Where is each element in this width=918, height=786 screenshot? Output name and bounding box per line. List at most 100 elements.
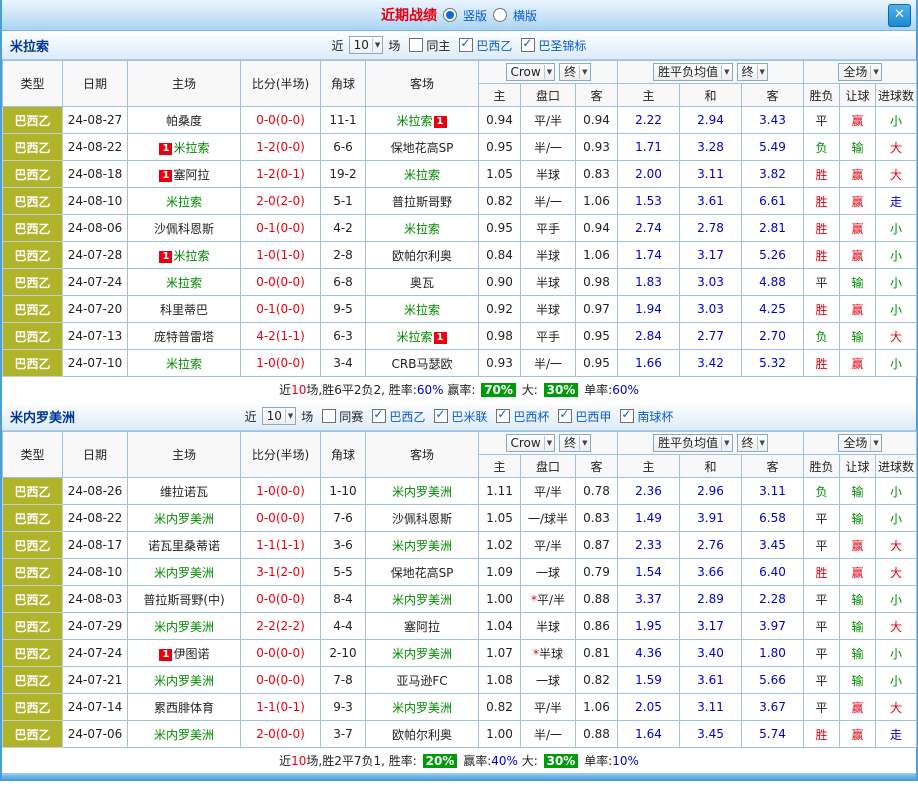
- team-text: 米内罗美洲: [154, 620, 214, 634]
- league-cell: 巴西乙: [3, 215, 63, 242]
- sub-header: 胜负: [804, 455, 840, 478]
- handicap-line-cell: 平/半: [521, 694, 576, 721]
- filter-label[interactable]: 巴米联: [451, 408, 487, 425]
- team-text: 米内罗美洲: [154, 512, 214, 526]
- filter-label[interactable]: 同主: [426, 37, 450, 54]
- scope-header: 全场▼: [804, 61, 917, 84]
- match-row: 巴西乙24-07-21米内罗美洲0-0(0-0)7-8亚马逊FC1.08一球0.…: [3, 667, 917, 694]
- scope-select[interactable]: 全场▼: [838, 63, 881, 81]
- dropdown-arrow-icon: ▼: [579, 436, 587, 450]
- dropdown-arrow-icon: ▼: [372, 38, 380, 52]
- odds-final-select[interactable]: 终▼: [559, 434, 590, 452]
- corner-cell: 2-8: [321, 242, 366, 269]
- team-text: 沙佩科恩斯: [392, 512, 452, 526]
- layout-vertical-label[interactable]: 竖版: [463, 7, 487, 24]
- avg-select[interactable]: 胜平负均值▼: [653, 434, 732, 452]
- avg-final-select[interactable]: 终▼: [737, 63, 768, 81]
- dropdown-arrow-icon: ▼: [757, 436, 765, 450]
- handicap-result-cell: 输: [840, 134, 876, 161]
- score-cell: 0-0(0-0): [241, 107, 321, 134]
- handicap-line-cell: 一球: [521, 667, 576, 694]
- filter-checkbox[interactable]: [620, 409, 634, 423]
- team-text: 庞特普雷塔: [154, 330, 214, 344]
- odds-away-cell: 0.78: [576, 478, 618, 505]
- avg-away-cell: 6.40: [742, 559, 804, 586]
- odds-source-select[interactable]: Crow▼: [506, 63, 556, 81]
- near-count-select[interactable]: 10▼: [349, 36, 384, 54]
- league-cell: 巴西乙: [3, 721, 63, 748]
- dropdown-arrow-icon: ▼: [757, 65, 765, 79]
- home-team-cell: 庞特普雷塔: [128, 323, 241, 350]
- team-text: 欧帕尔利奥: [392, 728, 452, 742]
- handicap-result-cell: 输: [840, 323, 876, 350]
- layout-vertical-radio[interactable]: [443, 8, 457, 22]
- away-team-cell: 米内罗美洲: [366, 532, 479, 559]
- match-row: 巴西乙24-07-281米拉索1-0(1-0)2-8欧帕尔利奥0.84半球1.0…: [3, 242, 917, 269]
- filter-label[interactable]: 南球杯: [637, 408, 673, 425]
- team-text: 塞阿拉: [404, 620, 440, 634]
- odds-away-cell: 0.88: [576, 721, 618, 748]
- avg-home-cell: 1.74: [618, 242, 680, 269]
- filter-label[interactable]: 同赛: [339, 408, 363, 425]
- score-cell: 3-1(2-0): [241, 559, 321, 586]
- filter-checkbox[interactable]: [496, 409, 510, 423]
- score-cell: 0-0(0-0): [241, 269, 321, 296]
- filter-label[interactable]: 巴西乙: [389, 408, 425, 425]
- avg-select[interactable]: 胜平负均值▼: [653, 63, 732, 81]
- layout-horizontal-label[interactable]: 横版: [513, 7, 537, 24]
- avg-final-select[interactable]: 终▼: [737, 434, 768, 452]
- odds-source-select[interactable]: Crow▼: [506, 434, 556, 452]
- result-cell: 平: [804, 269, 840, 296]
- filter-label[interactable]: 巴西乙: [476, 37, 512, 54]
- filter-label[interactable]: 巴西杯: [513, 408, 549, 425]
- near-count-select[interactable]: 10▼: [262, 407, 297, 425]
- odds-final-select[interactable]: 终▼: [559, 63, 590, 81]
- scope-select[interactable]: 全场▼: [838, 434, 881, 452]
- date-cell: 24-08-22: [63, 134, 128, 161]
- avg-home-cell: 2.74: [618, 215, 680, 242]
- handicap-result-cell: 赢: [840, 296, 876, 323]
- filter-checkbox[interactable]: [409, 38, 423, 52]
- handicap-result-cell: 输: [840, 505, 876, 532]
- near-label: 近: [332, 37, 344, 54]
- team-text: 米拉索: [404, 168, 440, 182]
- result-cell: 平: [804, 694, 840, 721]
- home-team-cell: 米拉索: [128, 350, 241, 377]
- col-header: 类型: [3, 432, 63, 478]
- layout-horizontal-radio[interactable]: [493, 8, 507, 22]
- odds-home-cell: 0.95: [479, 134, 521, 161]
- filter-checkbox[interactable]: [322, 409, 336, 423]
- match-row: 巴西乙24-07-29米内罗美洲2-2(2-2)4-4塞阿拉1.04半球0.86…: [3, 613, 917, 640]
- filter-label[interactable]: 巴西甲: [575, 408, 611, 425]
- filter-checkbox[interactable]: [459, 38, 473, 52]
- match-row: 巴西乙24-08-22米内罗美洲0-0(0-0)7-6沙佩科恩斯1.05一/球半…: [3, 505, 917, 532]
- corner-cell: 5-1: [321, 188, 366, 215]
- odds-home-cell: 1.02: [479, 532, 521, 559]
- handicap-result-cell: 输: [840, 586, 876, 613]
- result-cell: 胜: [804, 188, 840, 215]
- filter-checkbox[interactable]: [521, 38, 535, 52]
- col-header: 日期: [63, 61, 128, 107]
- date-cell: 24-08-06: [63, 215, 128, 242]
- odds-away-cell: 1.06: [576, 242, 618, 269]
- date-cell: 24-07-24: [63, 640, 128, 667]
- dropdown-arrow-icon: ▼: [285, 409, 293, 423]
- handicap-line-cell: 半球: [521, 269, 576, 296]
- sub-header: 和: [680, 84, 742, 107]
- odds-away-cell: 0.98: [576, 269, 618, 296]
- filter-checkbox[interactable]: [434, 409, 448, 423]
- home-team-cell: 科里蒂巴: [128, 296, 241, 323]
- odds-source-select-value: Crow: [511, 436, 541, 450]
- team-text: 欧帕尔利奥: [392, 249, 452, 263]
- team-text: 米拉索: [166, 357, 202, 371]
- close-button[interactable]: ✕: [888, 4, 911, 27]
- away-team-cell: 米拉索: [366, 161, 479, 188]
- filter-label[interactable]: 巴圣锦标: [538, 37, 586, 54]
- filter-checkbox[interactable]: [558, 409, 572, 423]
- date-cell: 24-08-10: [63, 559, 128, 586]
- filter-checkbox[interactable]: [372, 409, 386, 423]
- team-text: CRB马瑟欧: [392, 357, 453, 371]
- match-row: 巴西乙24-08-221米拉索1-2(0-0)6-6保地花高SP0.95半/一0…: [3, 134, 917, 161]
- league-cell: 巴西乙: [3, 532, 63, 559]
- odds-home-cell: 1.04: [479, 613, 521, 640]
